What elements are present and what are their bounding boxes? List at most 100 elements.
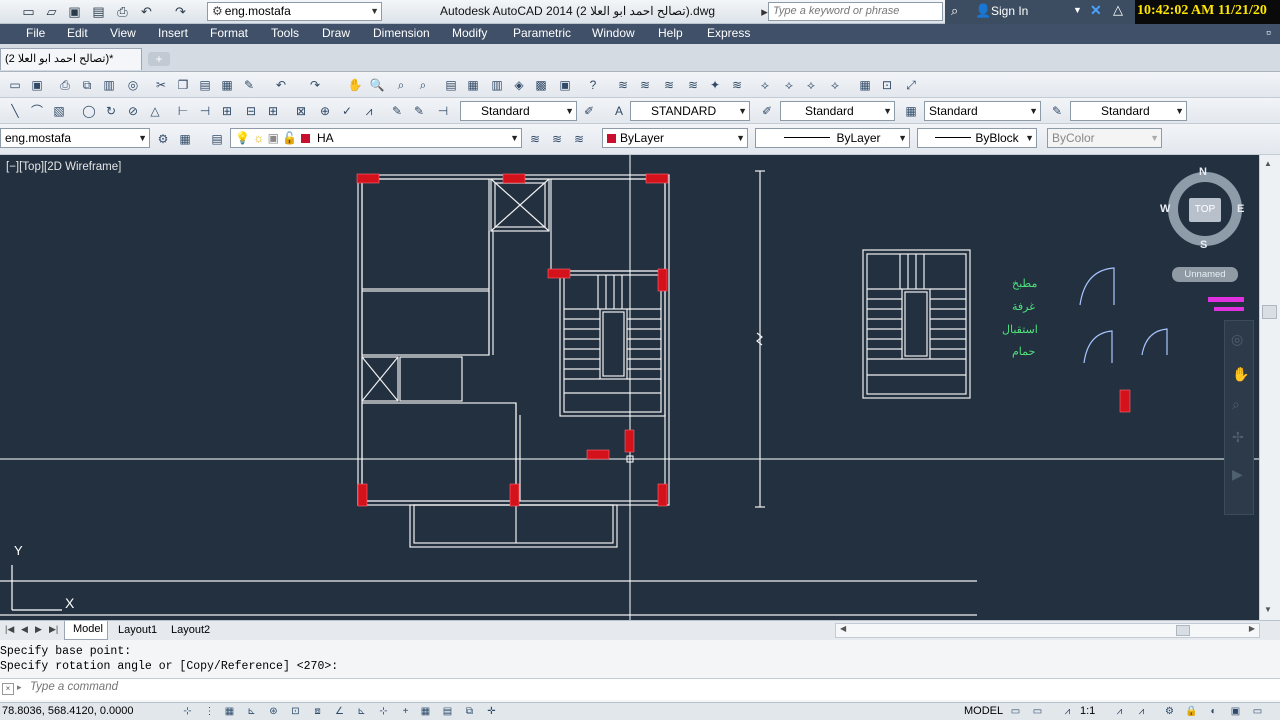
layer-properties-icon[interactable]: ▤ xyxy=(208,130,226,148)
lineweight-select[interactable]: ByBlock ▼ xyxy=(917,128,1037,148)
scroll-right-icon[interactable]: ▶ xyxy=(1249,624,1255,633)
linetype-select[interactable]: ByLayer ▼ xyxy=(755,128,910,148)
edit-text-icon[interactable]: ✎ xyxy=(410,102,428,120)
zoom-previous-icon[interactable]: ⌕ xyxy=(414,76,432,94)
isolate-objects-icon[interactable]: ◐ xyxy=(1206,704,1221,719)
layer-state-icon[interactable]: ≋ xyxy=(614,76,632,94)
tab-layout2[interactable]: Layout2 xyxy=(171,624,210,636)
ortho-icon[interactable]: ⊾ xyxy=(244,704,259,719)
layer-iso-icon[interactable]: ≋ xyxy=(660,76,678,94)
scroll-down-icon[interactable]: ▼ xyxy=(1264,605,1272,614)
menu-parametric[interactable]: Parametric xyxy=(513,26,571,40)
properties-icon[interactable]: ▤ xyxy=(442,76,460,94)
arc-icon[interactable]: ↻ xyxy=(102,102,120,120)
paste-icon[interactable]: ▤ xyxy=(196,76,214,94)
showmotion-icon[interactable]: ▶ xyxy=(1232,466,1243,483)
copy-icon[interactable]: ❐ xyxy=(174,76,192,94)
scroll-thumb[interactable] xyxy=(1262,305,1277,319)
search-input[interactable]: Type a keyword or phrase xyxy=(768,2,943,21)
viewport-label[interactable]: [−][Top][2D Wireframe] xyxy=(6,161,121,173)
calculator-icon[interactable]: ▣ xyxy=(556,76,574,94)
next-tab-icon[interactable]: ▶ xyxy=(35,624,42,635)
lineweight-icon[interactable]: + xyxy=(398,704,413,719)
navigation-bar[interactable]: ◎ ✋ ⌕ ✢ ▶ xyxy=(1224,320,1254,515)
redo-icon[interactable]: ↷ xyxy=(306,76,324,94)
center-mark-icon[interactable]: ⊕ xyxy=(316,102,334,120)
text-icon[interactable]: A xyxy=(610,102,628,120)
compass-west[interactable]: W xyxy=(1160,203,1170,215)
new-tab-button[interactable]: + xyxy=(148,52,170,66)
layer-off-icon[interactable]: ⟡ xyxy=(756,76,774,94)
lock-ui-icon[interactable]: 🔒 xyxy=(1184,704,1199,719)
dim-baseline-icon[interactable]: ⊟ xyxy=(242,102,260,120)
layer-previous-icon[interactable]: ≋ xyxy=(636,76,654,94)
make-current-icon[interactable]: ≋ xyxy=(526,130,544,148)
hardware-accel-icon[interactable]: ▣ xyxy=(1228,704,1243,719)
help-icon[interactable]: △ xyxy=(1113,2,1123,18)
command-prompt-icon[interactable]: ▸ xyxy=(17,682,22,693)
gear-icon[interactable]: ⚙ xyxy=(154,130,172,148)
design-center-icon[interactable]: ▦ xyxy=(464,76,482,94)
new-file-icon[interactable]: ▭ xyxy=(20,3,37,20)
layer-select[interactable]: 💡 ☼ ▣ 🔓 HA ▼ xyxy=(230,128,522,148)
layer-walk-icon[interactable]: ✦ xyxy=(706,76,724,94)
horizontal-scrollbar[interactable]: ◀ ▶ xyxy=(835,623,1260,638)
color-select[interactable]: ByLayer ▼ xyxy=(602,128,748,148)
dim-linear-icon[interactable]: ⊢ xyxy=(174,102,192,120)
steering-wheel-icon[interactable]: ◎ xyxy=(1231,331,1243,348)
layer-merge-icon[interactable]: ≋ xyxy=(728,76,746,94)
drawing-canvas[interactable]: [−][Top][2D Wireframe] N S E W TOP Unnam… xyxy=(0,155,1259,620)
menu-tools[interactable]: Tools xyxy=(271,26,299,40)
scroll-left-icon[interactable]: ◀ xyxy=(840,624,846,633)
tool-palettes-icon[interactable]: ▥ xyxy=(488,76,506,94)
tab-layout1[interactable]: Layout1 xyxy=(118,624,157,636)
transparency-icon[interactable]: ▦ xyxy=(418,704,433,719)
chevron-down-icon[interactable]: ▼ xyxy=(1073,5,1082,15)
annotation-visibility-icon[interactable]: ⩘ xyxy=(1112,704,1127,719)
last-tab-icon[interactable]: ▶| xyxy=(49,624,58,635)
menu-format[interactable]: Format xyxy=(210,26,248,40)
plot-icon[interactable]: ⎙ xyxy=(114,3,131,20)
binoculars-icon[interactable]: ⌕ xyxy=(951,3,958,19)
match-properties-icon[interactable]: ▦ xyxy=(218,76,236,94)
snap-icon[interactable]: ⋮ xyxy=(202,704,217,719)
command-input[interactable] xyxy=(30,681,430,693)
menu-help[interactable]: Help xyxy=(658,26,683,40)
menu-draw[interactable]: Draw xyxy=(322,26,350,40)
document-tab[interactable]: (تصالح احمد ابو العلا 2)* xyxy=(0,48,142,70)
table-style-select[interactable]: Standard ▼ xyxy=(780,101,895,121)
osnap-icon[interactable]: ⊡ xyxy=(288,704,303,719)
open-file-icon[interactable]: ▱ xyxy=(43,3,60,20)
undo-icon[interactable]: ↶ xyxy=(138,3,155,20)
plot-icon[interactable]: ⎙ xyxy=(56,76,74,94)
orbit-icon[interactable]: ✢ xyxy=(1232,429,1244,446)
annotation-scale[interactable]: 1:1 xyxy=(1080,705,1095,717)
model-space-toggle[interactable]: MODEL xyxy=(964,705,1003,717)
text-style-select[interactable]: Standard ▼ xyxy=(460,101,577,121)
save-icon[interactable]: ▣ xyxy=(28,76,46,94)
compass-north[interactable]: N xyxy=(1199,166,1207,178)
dim-edit-icon[interactable]: ⊣ xyxy=(434,102,452,120)
annotation-icon[interactable]: ⩘ xyxy=(1060,704,1075,719)
auto-scale-icon[interactable]: ⩘ xyxy=(1134,704,1149,719)
compass-east[interactable]: E xyxy=(1237,203,1244,215)
clip-icon[interactable]: ⊡ xyxy=(878,76,896,94)
mleader-style-select[interactable]: Standard ▼ xyxy=(924,101,1041,121)
scroll-up-icon[interactable]: ▲ xyxy=(1264,159,1272,168)
scroll-thumb[interactable] xyxy=(1176,625,1190,636)
restore-icon[interactable]: ▫ xyxy=(1266,24,1271,40)
new-icon[interactable]: ▭ xyxy=(6,76,24,94)
dim-ordinate-icon[interactable]: ⊞ xyxy=(264,102,282,120)
layer-previous-icon[interactable]: ≋ xyxy=(548,130,566,148)
mleader-style-manager-icon[interactable]: ✎ xyxy=(1048,102,1066,120)
close-icon[interactable]: × xyxy=(2,683,14,695)
layer-freeze-icon[interactable]: ⟡ xyxy=(780,76,798,94)
3d-print-icon[interactable]: ◎ xyxy=(124,76,142,94)
undo-icon[interactable]: ↶ xyxy=(272,76,290,94)
viewcube-top-face[interactable]: TOP xyxy=(1189,198,1221,222)
pan-icon[interactable]: ✋ xyxy=(1232,366,1249,383)
ucs-menu[interactable]: Unnamed xyxy=(1172,267,1238,282)
menu-view[interactable]: View xyxy=(110,26,136,40)
sign-in-button[interactable]: Sign In xyxy=(991,4,1028,18)
hatch-icon[interactable]: ▧ xyxy=(50,102,68,120)
